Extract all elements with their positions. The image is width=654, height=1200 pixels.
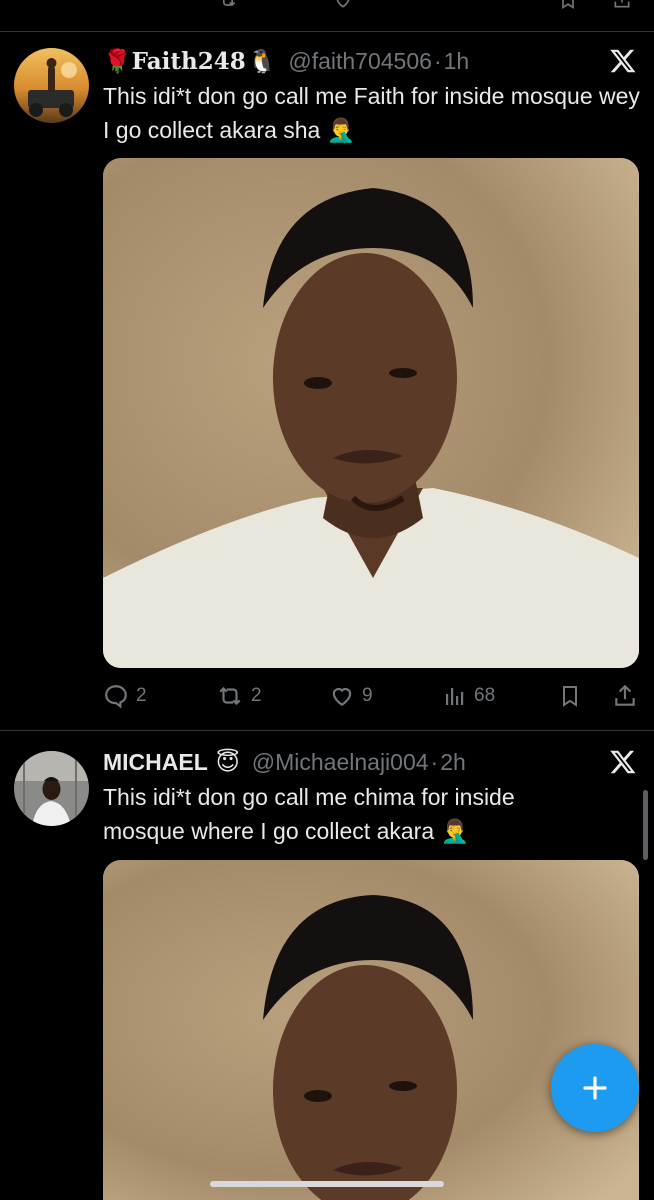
views-icon bbox=[446, 688, 464, 705]
name-suffix-emoji: 🐧 bbox=[247, 47, 277, 74]
repost-icon bbox=[219, 686, 241, 706]
previous-tweet-action-row bbox=[0, 0, 654, 12]
repost-count: 2 bbox=[251, 685, 262, 706]
bookmark-icon bbox=[563, 686, 577, 707]
timestamp[interactable]: 2h bbox=[440, 749, 466, 776]
username-handle[interactable]: @Michaelnaji004 bbox=[252, 749, 429, 776]
like-button[interactable]: 9 bbox=[329, 681, 373, 711]
avatar[interactable] bbox=[14, 751, 89, 826]
tweet-actions: 2 2 9 68 bbox=[103, 681, 638, 711]
tweet-image[interactable] bbox=[103, 860, 639, 1200]
x-logo-icon bbox=[608, 46, 638, 76]
tweet-image[interactable] bbox=[103, 158, 639, 668]
username-handle[interactable]: @faith704506 bbox=[288, 48, 432, 75]
name-prefix-emoji: 🌹 bbox=[103, 47, 132, 74]
divider bbox=[0, 31, 654, 32]
compose-button[interactable] bbox=[551, 1044, 639, 1132]
share-icon bbox=[615, 684, 635, 706]
name-suffix-emoji: 😇 bbox=[215, 748, 240, 775]
plus-icon bbox=[583, 1076, 607, 1100]
tweet-text: This idi*t don go call me chima for insi… bbox=[103, 784, 515, 844]
bookmark-icon[interactable] bbox=[558, 0, 578, 10]
display-name[interactable]: MICHAEL bbox=[103, 749, 208, 776]
reply-icon bbox=[105, 685, 127, 709]
bookmark-button[interactable] bbox=[558, 681, 582, 711]
reply-button[interactable]: 2 bbox=[103, 681, 147, 711]
x-logo-icon bbox=[608, 747, 638, 777]
like-count: 9 bbox=[362, 685, 373, 706]
tweet-header: MICHAEL 😇 @Michaelnaji004 · 2h bbox=[103, 745, 466, 779]
tweet-text: This idi*t don go call me Faith for insi… bbox=[103, 83, 640, 143]
tweet-header: 🌹 Faith248 🐧 @faith704506 · 1h bbox=[103, 44, 469, 78]
repost-button[interactable]: 2 bbox=[216, 681, 262, 711]
separator: · bbox=[430, 748, 439, 775]
separator: · bbox=[433, 47, 442, 74]
reply-count: 2 bbox=[136, 685, 147, 706]
share-button[interactable] bbox=[612, 681, 638, 711]
avatar[interactable] bbox=[14, 48, 89, 123]
heart-icon bbox=[332, 688, 352, 706]
scrollbar-thumb[interactable] bbox=[643, 790, 648, 860]
timestamp[interactable]: 1h bbox=[444, 48, 470, 75]
share-icon[interactable] bbox=[612, 0, 632, 10]
home-indicator[interactable] bbox=[210, 1181, 444, 1187]
display-name[interactable]: Faith248 bbox=[132, 48, 246, 75]
views-button[interactable]: 68 bbox=[443, 681, 495, 711]
heart-icon[interactable] bbox=[333, 0, 353, 10]
view-count: 68 bbox=[474, 685, 496, 706]
divider bbox=[0, 730, 654, 731]
repost-icon[interactable] bbox=[218, 0, 238, 10]
